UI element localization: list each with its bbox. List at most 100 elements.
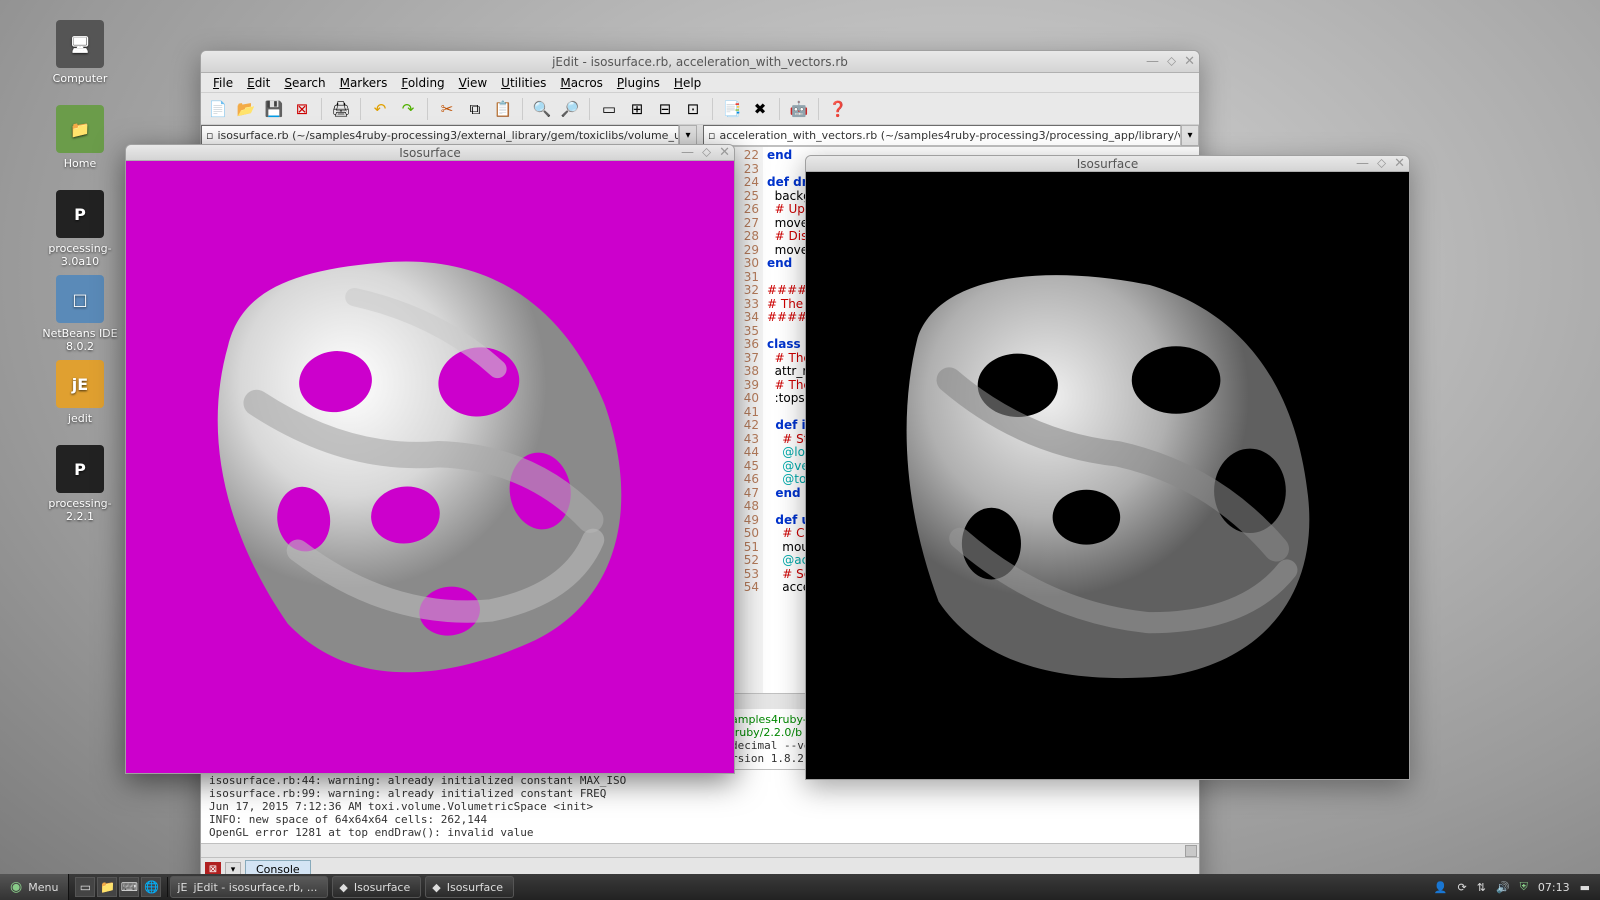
icon-label: NetBeans IDE 8.0.2 [35,327,125,353]
taskbar-clock[interactable]: 07:13 [1538,881,1570,894]
close-buffer-icon[interactable]: ⊠ [291,98,313,120]
desktop-icon-processing-2-2-1[interactable]: Pprocessing-2.2.1 [35,445,125,523]
copy-icon[interactable]: ⧉ [464,98,486,120]
network-icon[interactable]: ⇅ [1477,881,1486,894]
quick-launch: ▭ 📁 ⌨ 🌐 [69,877,168,897]
buffer-right[interactable]: ▫acceleration_with_vectors.rb (~/samples… [703,125,1181,146]
desktop-icon-home[interactable]: 📁 Home [35,105,125,170]
new-view-icon[interactable]: ▭ [598,98,620,120]
iso-black-titlebar[interactable]: Isosurface — ⬦ ✕ [806,156,1409,172]
taskbar-task[interactable]: ◆Isosurface [332,876,421,898]
menu-folding[interactable]: Folding [395,74,450,92]
terminal-icon[interactable]: ⌨ [119,877,139,897]
split-h-icon[interactable]: ⊟ [654,98,676,120]
task-label: jEdit - isosurface.rb, ... [193,881,317,894]
menu-view[interactable]: View [453,74,493,92]
help-icon[interactable]: ❓ [827,98,849,120]
icon-label: processing-2.2.1 [35,497,125,523]
minimize-icon[interactable]: — [1356,156,1369,171]
mint-logo-icon: ◉ [10,879,22,895]
iso-magenta-title: Isosurface [399,146,460,160]
menu-edit[interactable]: Edit [241,74,276,92]
split-v-icon[interactable]: ⊡ [682,98,704,120]
jedit-toolbar: 📄 📂 💾 ⊠ 🖨 ↶ ↷ ✂ ⧉ 📋 🔍 🔎 ▭ ⊞ ⊟ ⊡ 📑 ✖ 🤖 ❓ [201,93,1199,125]
computer-icon: 🖥 [56,20,104,68]
minimize-icon[interactable]: — [681,145,694,160]
icon-label: Home [35,157,125,170]
desktop-icon-processing-3-0a10[interactable]: Pprocessing-3.0a10 [35,190,125,268]
maximize-icon[interactable]: ⬦ [702,145,711,160]
updates-icon[interactable]: ⟳ [1458,881,1467,894]
file-manager-icon[interactable]: 📁 [97,877,117,897]
menu-markers[interactable]: Markers [334,74,394,92]
taskbar-task[interactable]: jE jEdit - isosurface.rb, ... [170,876,328,898]
netbeans-icon: □ [56,275,104,323]
buffer-left[interactable]: ▫isosurface.rb (~/samples4ruby-processin… [201,125,679,146]
console-scrollbar[interactable] [201,843,1199,857]
taskbar: ◉ Menu ▭ 📁 ⌨ 🌐 jE jEdit - isosurface.rb, … [0,874,1600,900]
jedit-title: jEdit - isosurface.rb, acceleration_with… [552,55,848,69]
undo-icon[interactable]: ↶ [369,98,391,120]
desktop-icon-jedit[interactable]: jEjedit [35,360,125,425]
close-icon[interactable]: ✕ [1394,156,1405,171]
jedit-icon: jE [56,360,104,408]
open-file-icon[interactable]: 📂 [235,98,257,120]
iso-black-title: Isosurface [1077,157,1138,171]
isosurface-mesh [806,172,1409,779]
isosurface-window-black: Isosurface — ⬦ ✕ [805,155,1410,780]
icon-label: processing-3.0a10 [35,242,125,268]
show-desktop-right-icon[interactable]: ▬ [1580,881,1590,894]
home-icon: 📁 [56,105,104,153]
console-output-main[interactable]: isosurface.rb:44: warning: already initi… [201,769,1199,843]
buffer-options-icon[interactable]: 📑 [721,98,743,120]
buffer-left-dropdown[interactable]: ▾ [679,125,697,146]
unsplit-icon[interactable]: ⊞ [626,98,648,120]
isosurface-mesh [126,161,734,773]
menu-help[interactable]: Help [668,74,707,92]
minimize-icon[interactable]: — [1146,54,1159,69]
menu-macros[interactable]: Macros [554,74,609,92]
shield-icon[interactable]: ⛨ [1520,880,1528,894]
menu-search[interactable]: Search [278,74,331,92]
iso-magenta-titlebar[interactable]: Isosurface — ⬦ ✕ [126,145,734,161]
close-icon[interactable]: ✕ [1184,54,1195,69]
find-replace-icon[interactable]: 🔎 [559,98,581,120]
user-icon[interactable]: 👤 [1434,881,1448,894]
redo-icon[interactable]: ↷ [397,98,419,120]
desktop-icon-netbeans-ide-8-0-2[interactable]: □ NetBeans IDE 8.0.2 [35,275,125,353]
cut-icon[interactable]: ✂ [436,98,458,120]
new-file-icon[interactable]: 📄 [207,98,229,120]
task-icon: jE [177,881,187,894]
system-tray: 👤 ⟳ ⇅ 🔊 ⛨ 07:13 ▬ [1424,880,1600,894]
iso-black-viewport[interactable] [806,172,1409,779]
taskbar-task[interactable]: ◆Isosurface [425,876,514,898]
plugin-manager-icon[interactable]: 🤖 [788,98,810,120]
menu-file[interactable]: File [207,74,239,92]
start-menu-button[interactable]: ◉ Menu [0,874,69,900]
jedit-menubar: FileEditSearchMarkersFoldingViewUtilitie… [201,73,1199,93]
maximize-icon[interactable]: ⬦ [1377,156,1386,171]
menu-plugins[interactable]: Plugins [611,74,666,92]
close-icon[interactable]: ✕ [719,145,730,160]
browser-icon[interactable]: 🌐 [141,877,161,897]
task-icon: ◆ [339,881,347,894]
icon-label: Computer [35,72,125,85]
gutter: 22 23 24 25 26 27 28 29 30 31 32 33 34 3… [731,147,763,693]
task-label: Isosurface [447,881,503,894]
desktop-icon-computer[interactable]: 🖥 Computer [35,20,125,85]
isosurface-window-magenta: Isosurface — ⬦ ✕ [125,144,735,774]
processing-icon: P [56,445,104,493]
paste-icon[interactable]: 📋 [492,98,514,120]
volume-icon[interactable]: 🔊 [1496,881,1510,894]
save-icon[interactable]: 💾 [263,98,285,120]
processing-icon: P [56,190,104,238]
maximize-icon[interactable]: ⬦ [1167,54,1176,69]
buffer-right-dropdown[interactable]: ▾ [1181,125,1199,146]
global-options-icon[interactable]: ✖ [749,98,771,120]
jedit-titlebar[interactable]: jEdit - isosurface.rb, acceleration_with… [201,51,1199,73]
find-icon[interactable]: 🔍 [531,98,553,120]
print-icon[interactable]: 🖨 [330,98,352,120]
show-desktop-icon[interactable]: ▭ [75,877,95,897]
iso-magenta-viewport[interactable] [126,161,734,773]
menu-utilities[interactable]: Utilities [495,74,552,92]
